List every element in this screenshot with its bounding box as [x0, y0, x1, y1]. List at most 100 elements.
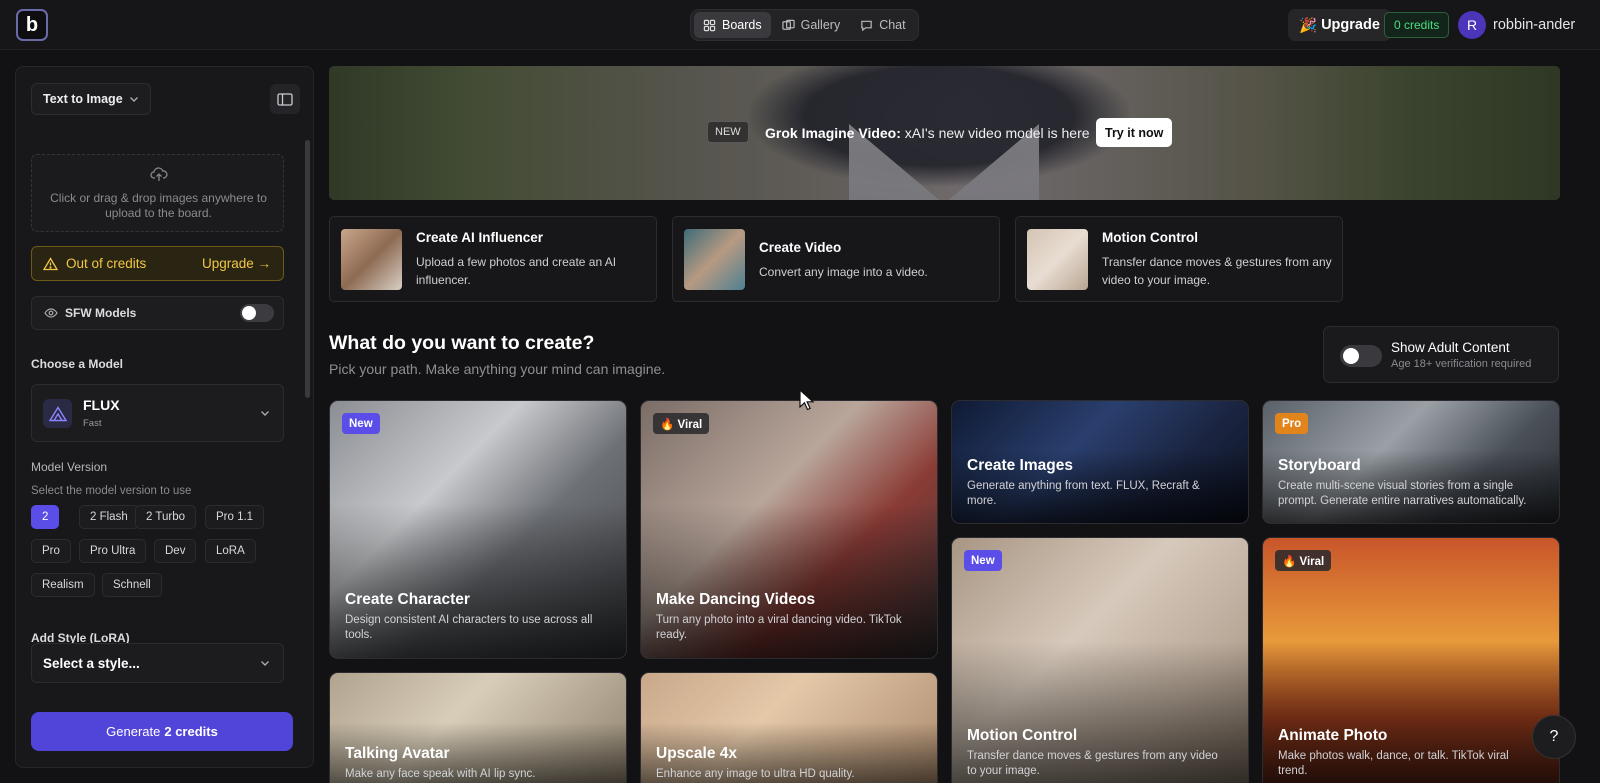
upload-cloud-icon — [150, 167, 168, 181]
card-dancing-videos[interactable]: 🔥 Viral Make Dancing Videos Turn any pho… — [640, 400, 938, 659]
chevron-down-icon — [261, 411, 269, 416]
feature-title: Motion Control — [1102, 230, 1198, 245]
promo-banner[interactable]: NEW Grok Imagine Video: xAI's new video … — [329, 66, 1560, 200]
version-schnell[interactable]: Schnell — [102, 573, 162, 597]
feature-card-ai-influencer[interactable]: Create AI Influencer Upload a few photos… — [329, 216, 657, 302]
chat-icon — [861, 20, 872, 31]
version-lora[interactable]: LoRA — [205, 539, 256, 563]
motion-thumbnail — [1027, 229, 1088, 290]
version-2-flash[interactable]: 2 Flash — [79, 505, 139, 529]
feature-title: Create AI Influencer — [416, 230, 544, 245]
card-desc: Make photos walk, dance, or talk. TikTok… — [1278, 750, 1509, 777]
version-2[interactable]: 2 — [31, 505, 60, 529]
banner-new-tag: NEW — [707, 121, 749, 143]
feature-card-motion-control[interactable]: Motion Control Transfer dance moves & ge… — [1015, 216, 1343, 302]
panel-toggle-button[interactable] — [270, 84, 300, 114]
adult-content-title: Show Adult Content — [1391, 340, 1510, 355]
main-nav: Boards Gallery Chat — [690, 9, 919, 41]
model-name: FLUX — [83, 397, 120, 413]
nav-chat[interactable]: Chat — [851, 12, 914, 38]
card-upscale[interactable]: Upscale 4x Enhance any image to ultra HD… — [640, 672, 938, 783]
banner-subtitle: xAI's new video model is here — [904, 125, 1090, 141]
card-overlay — [1263, 538, 1559, 783]
nav-gallery[interactable]: Gallery — [773, 12, 850, 38]
feature-card-create-video[interactable]: Create Video Convert any image into a vi… — [672, 216, 1000, 302]
upload-dropzone[interactable]: Click or drag & drop images anywhere to … — [31, 154, 284, 232]
mode-select[interactable]: Text to Image — [31, 83, 151, 115]
card-talking-avatar[interactable]: Talking Avatar Make any face speak with … — [329, 672, 627, 783]
card-title: Make Dancing Videos — [656, 591, 816, 608]
chevron-down-icon — [130, 97, 138, 102]
upgrade-button[interactable]: 🎉 Upgrade — [1288, 9, 1391, 41]
version-2-turbo[interactable]: 2 Turbo — [135, 505, 196, 529]
sfw-toggle[interactable] — [240, 304, 274, 322]
flux-logo-icon — [43, 399, 72, 428]
version-pro-1-1[interactable]: Pro 1.1 — [205, 505, 265, 529]
card-storyboard[interactable]: Pro Storyboard Create multi-scene visual… — [1262, 400, 1560, 524]
nav-chat-label: Chat — [879, 18, 906, 32]
adult-content-panel: Show Adult Content Age 18+ verification … — [1323, 326, 1559, 383]
username[interactable]: robbin-ander — [1493, 17, 1575, 33]
card-desc: Enhance any image to ultra HD quality. — [656, 768, 855, 780]
card-animate-photo[interactable]: 🔥 Viral Animate Photo Make photos walk, … — [1262, 537, 1560, 783]
section-title: What do you want to create? — [329, 332, 595, 354]
app-logo[interactable]: b — [16, 9, 48, 41]
card-create-images[interactable]: Create Images Generate anything from tex… — [951, 400, 1249, 524]
credits-badge[interactable]: 0 credits — [1384, 12, 1450, 38]
adult-content-note: Age 18+ verification required — [1391, 358, 1532, 370]
sfw-models-row: SFW Models — [31, 296, 284, 330]
feature-desc: Transfer dance moves & gestures from any… — [1102, 255, 1332, 287]
sidebar-upgrade-link[interactable]: Upgrade → — [202, 256, 271, 271]
card-desc: Make any face speak with AI lip sync. — [345, 768, 536, 780]
sfw-models-label: SFW Models — [65, 306, 137, 320]
card-desc: Generate anything from text. FLUX, Recra… — [967, 480, 1200, 507]
top-bar: b Boards Gallery Chat 🎉 Upgrade 0 credit… — [0, 0, 1600, 50]
generate-button[interactable]: Generate 2 credits — [31, 712, 293, 751]
warning-icon — [43, 256, 58, 270]
card-title: Create Images — [967, 457, 1073, 474]
new-badge: New — [342, 413, 380, 434]
avatar[interactable]: R — [1458, 11, 1486, 39]
main-content: NEW Grok Imagine Video: xAI's new video … — [329, 66, 1560, 783]
feature-title: Create Video — [759, 240, 842, 255]
boards-icon — [703, 19, 716, 31]
dropzone-text: Click or drag & drop images anywhere to … — [50, 191, 267, 220]
banner-text: Grok Imagine Video: xAI's new video mode… — [765, 125, 1090, 141]
version-dev[interactable]: Dev — [154, 539, 197, 563]
model-version-hint: Select the model version to use — [31, 485, 192, 497]
card-title: Talking Avatar — [345, 745, 450, 762]
card-create-character[interactable]: New Create Character Design consistent A… — [329, 400, 627, 659]
nav-boards[interactable]: Boards — [694, 12, 771, 38]
style-select[interactable]: Select a style... — [31, 643, 284, 683]
model-select[interactable]: FLUX Fast — [31, 384, 284, 442]
sidebar-scrollbar[interactable] — [305, 140, 310, 398]
try-it-now-button[interactable]: Try it now — [1096, 118, 1173, 147]
video-thumbnail — [684, 229, 745, 290]
gallery-icon — [781, 19, 795, 30]
mouse-cursor-icon — [799, 389, 815, 411]
nav-gallery-label: Gallery — [800, 18, 841, 32]
card-desc: Transfer dance moves & gestures from any… — [967, 750, 1218, 777]
version-pro-ultra[interactable]: Pro Ultra — [79, 539, 147, 563]
card-title: Storyboard — [1278, 457, 1361, 474]
party-icon: 🎉 — [1299, 17, 1318, 34]
help-button[interactable]: ? — [1532, 715, 1576, 759]
generate-cost: 2 credits — [164, 724, 218, 739]
card-desc: Turn any photo into a viral dancing vide… — [656, 614, 902, 641]
card-desc: Design consistent AI characters to use a… — [345, 614, 593, 641]
version-pro[interactable]: Pro — [31, 539, 71, 563]
out-of-credits-label: Out of credits — [66, 256, 147, 271]
nav-boards-label: Boards — [722, 18, 762, 32]
pro-badge: Pro — [1275, 413, 1309, 434]
version-realism[interactable]: Realism — [31, 573, 95, 597]
section-subtitle: Pick your path. Make anything your mind … — [329, 361, 666, 377]
card-title: Create Character — [345, 591, 470, 608]
generate-label: Generate — [106, 724, 161, 739]
feature-desc: Upload a few photos and create an AI inf… — [416, 255, 617, 287]
generation-sidebar: Text to Image Click or drag & drop image… — [15, 66, 314, 768]
model-speed: Fast — [83, 418, 102, 429]
card-motion-control[interactable]: New Motion Control Transfer dance moves … — [951, 537, 1249, 783]
chevron-down-icon — [261, 661, 269, 666]
adult-content-toggle[interactable] — [1340, 345, 1382, 367]
upgrade-label: Upgrade — [1321, 17, 1380, 33]
